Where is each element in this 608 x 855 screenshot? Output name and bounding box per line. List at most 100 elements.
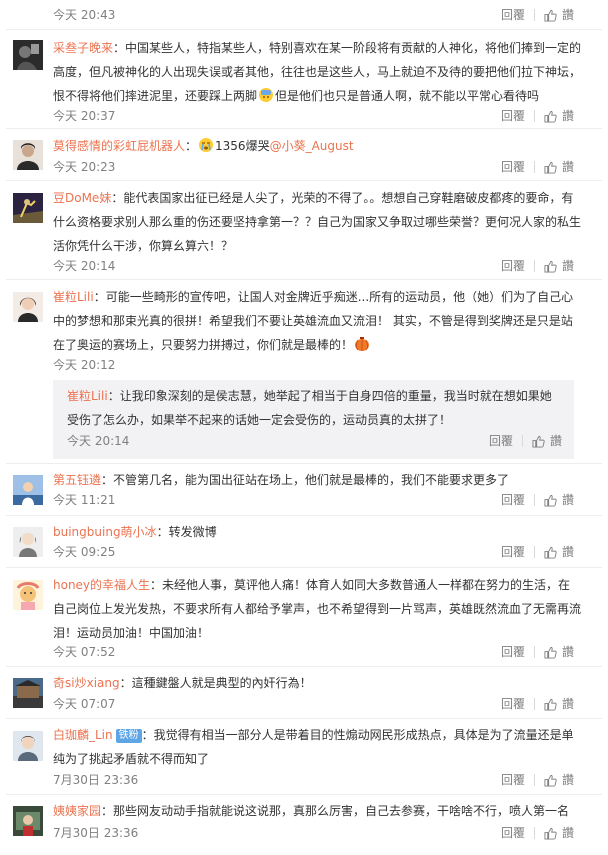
reply-username[interactable]: 崔粒Lili [67, 389, 108, 403]
comment-item: 采叁子晚来：中国某些人，特指某些人，特别喜欢在某一阶段将有贡献的人神化，将他们捧… [0, 30, 608, 130]
like-label: 讚 [561, 109, 574, 123]
comment-body: 姨姨家园：那些网友动动手指就能说这说那，真那么厉害，自己去参赛，干啥啥不行，喷人… [53, 799, 582, 823]
like-label: 讚 [561, 645, 574, 659]
nested-reply: 崔粒Lili：让我印象深刻的是侯志慧，她举起了相当于自身四倍的重量，我当时就在想… [53, 380, 574, 459]
like-button[interactable]: 讚 [544, 644, 574, 660]
comment-actions: 回覆 讚 [501, 644, 574, 660]
username[interactable]: 第五钰遴 [53, 473, 101, 487]
reply-button[interactable]: 回覆 [501, 258, 525, 274]
like-button[interactable]: 讚 [544, 159, 574, 175]
thumbs-up-icon [544, 774, 557, 787]
avatar[interactable] [13, 292, 43, 322]
comment-text: ：可能一些畸形的宣传吧，让国人对金牌近乎痴迷...所有的运动员，他（她）们为了自… [53, 290, 574, 352]
like-label: 讚 [549, 434, 562, 448]
username[interactable]: 白珈麟_Lin [53, 728, 113, 742]
avatar[interactable] [13, 475, 43, 505]
comment-actions: 回覆 讚 [501, 544, 574, 560]
avatar[interactable] [13, 193, 43, 223]
comment-text: ：那些网友动动手指就能说这说那，真那么厉害，自己去参赛，干啥啥不行，喷人第一名 [101, 804, 570, 818]
mention-link[interactable]: @小葵_August [270, 139, 354, 153]
avatar[interactable] [13, 580, 43, 610]
comment-item: 白珈麟_Lin 铁粉 ：我觉得有相当一部分人是带着目的性煽动网民形成热点，具体是为了… [0, 719, 608, 795]
like-label: 讚 [561, 160, 574, 174]
reply-button[interactable]: 回覆 [489, 433, 513, 449]
reply-button[interactable]: 回覆 [501, 772, 525, 788]
face-palm-emoji-icon [259, 88, 274, 102]
reply-button[interactable]: 回覆 [501, 644, 525, 660]
like-button[interactable]: 讚 [544, 108, 574, 124]
like-label: 讚 [561, 259, 574, 273]
like-label: 讚 [561, 545, 574, 559]
like-button[interactable]: 讚 [532, 433, 562, 449]
comment-actions: 回覆 讚 [501, 159, 574, 175]
like-button[interactable]: 讚 [544, 772, 574, 788]
comment-actions: 回覆 讚 [501, 108, 574, 124]
reply-button[interactable]: 回覆 [501, 696, 525, 712]
reply-button[interactable]: 回覆 [501, 159, 525, 175]
thumbs-up-icon [544, 698, 557, 711]
reply-time: 今天 20:14 [67, 434, 130, 448]
comment-time: 今天 09:25 [53, 545, 116, 559]
like-button[interactable]: 讚 [544, 7, 574, 23]
reply-body: 崔粒Lili：让我印象深刻的是侯志慧，她举起了相当于自身四倍的重量，我当时就在想… [67, 384, 560, 432]
comment-text: ：能代表国家出征已经是人尖了，光荣的不得了。。想想自己穿鞋磨破皮都疼的要命，有什… [53, 191, 582, 253]
comment-item: 崔粒Lili：可能一些畸形的宣传吧，让国人对金牌近乎痴迷...所有的运动员，他（… [0, 280, 608, 464]
avatar[interactable] [13, 731, 43, 761]
thumbs-up-icon [544, 494, 557, 507]
username[interactable]: 采叁子晚来 [53, 41, 113, 55]
comment-time: 今天 20:14 [53, 259, 116, 273]
comment-body: 莫得感情的彩虹屁机器人： 1356爆哭@小葵_August [53, 134, 582, 158]
username[interactable]: 莫得感情的彩虹屁机器人 [53, 139, 185, 153]
avatar[interactable] [13, 678, 43, 708]
avatar[interactable] [13, 140, 43, 170]
divider [533, 9, 535, 21]
comment-text: 1356爆哭 [215, 139, 270, 153]
thumbs-up-icon [532, 435, 545, 448]
avatar[interactable] [13, 40, 43, 70]
comment-text-cont: 但是他们也只是普通人啊，就不能以平常心看待吗 [275, 89, 540, 103]
like-button[interactable]: 讚 [544, 544, 574, 560]
comment-time: 今天 11:21 [53, 493, 116, 507]
fan-badge: 铁粉 [115, 729, 142, 743]
reply-button[interactable]: 回覆 [501, 108, 525, 124]
username[interactable]: 奇si炒xiang [53, 676, 120, 690]
like-button[interactable]: 讚 [544, 825, 574, 841]
comment-text: ：這種鍵盤人就是典型的內奸行為！ [119, 676, 312, 690]
comment-body: 崔粒Lili：可能一些畸形的宣传吧，让国人对金牌近乎痴迷...所有的运动员，他（… [53, 285, 582, 357]
like-button[interactable]: 讚 [544, 696, 574, 712]
like-label: 讚 [561, 8, 574, 22]
username[interactable]: 崔粒Lili [53, 290, 94, 304]
comment-time: 今天 20:23 [53, 160, 116, 174]
thumbs-up-icon [544, 9, 557, 22]
like-label: 讚 [561, 697, 574, 711]
comment-item: 奇si炒xiang：這種鍵盤人就是典型的內奸行為！ 今天 07:07 回覆 讚 [0, 667, 608, 719]
avatar[interactable] [13, 806, 43, 836]
divider [533, 260, 535, 272]
avatar[interactable] [13, 527, 43, 557]
reply-button[interactable]: 回覆 [501, 544, 525, 560]
thumbs-up-icon [544, 110, 557, 123]
comment-actions: 回覆 讚 [501, 492, 574, 508]
username[interactable]: 豆DoMe妹 [53, 191, 111, 205]
divider [533, 161, 535, 173]
comment-actions: 回覆 讚 [501, 7, 574, 23]
thumbs-up-icon [544, 646, 557, 659]
comment-list: 今天 20:43 回覆 讚 采叁子晚来：中国某些人，特指某些人，特别喜欢在某一阶… [0, 0, 608, 855]
divider [533, 110, 535, 122]
username[interactable]: buingbuing萌小冰 [53, 525, 157, 539]
like-button[interactable]: 讚 [544, 258, 574, 274]
thumbs-up-icon [544, 260, 557, 273]
reply-button[interactable]: 回覆 [501, 825, 525, 841]
comment-actions: 回覆 讚 [501, 258, 574, 274]
reply-button[interactable]: 回覆 [501, 492, 525, 508]
username[interactable]: 姨姨家园 [53, 804, 101, 818]
comment-actions: 回覆 讚 [501, 696, 574, 712]
comment-item: 莫得感情的彩虹屁机器人： 1356爆哭@小葵_August 今天 20:23 回覆… [0, 129, 608, 181]
comment-item: 今天 20:43 回覆 讚 [0, 0, 608, 32]
username[interactable]: honey的幸福人生 [53, 578, 150, 592]
like-label: 讚 [561, 773, 574, 787]
comment-item: 豆DoMe妹：能代表国家出征已经是人尖了，光荣的不得了。。想想自己穿鞋磨破皮都疼… [0, 181, 608, 281]
divider [533, 827, 535, 839]
reply-button[interactable]: 回覆 [501, 7, 525, 23]
like-button[interactable]: 讚 [544, 492, 574, 508]
